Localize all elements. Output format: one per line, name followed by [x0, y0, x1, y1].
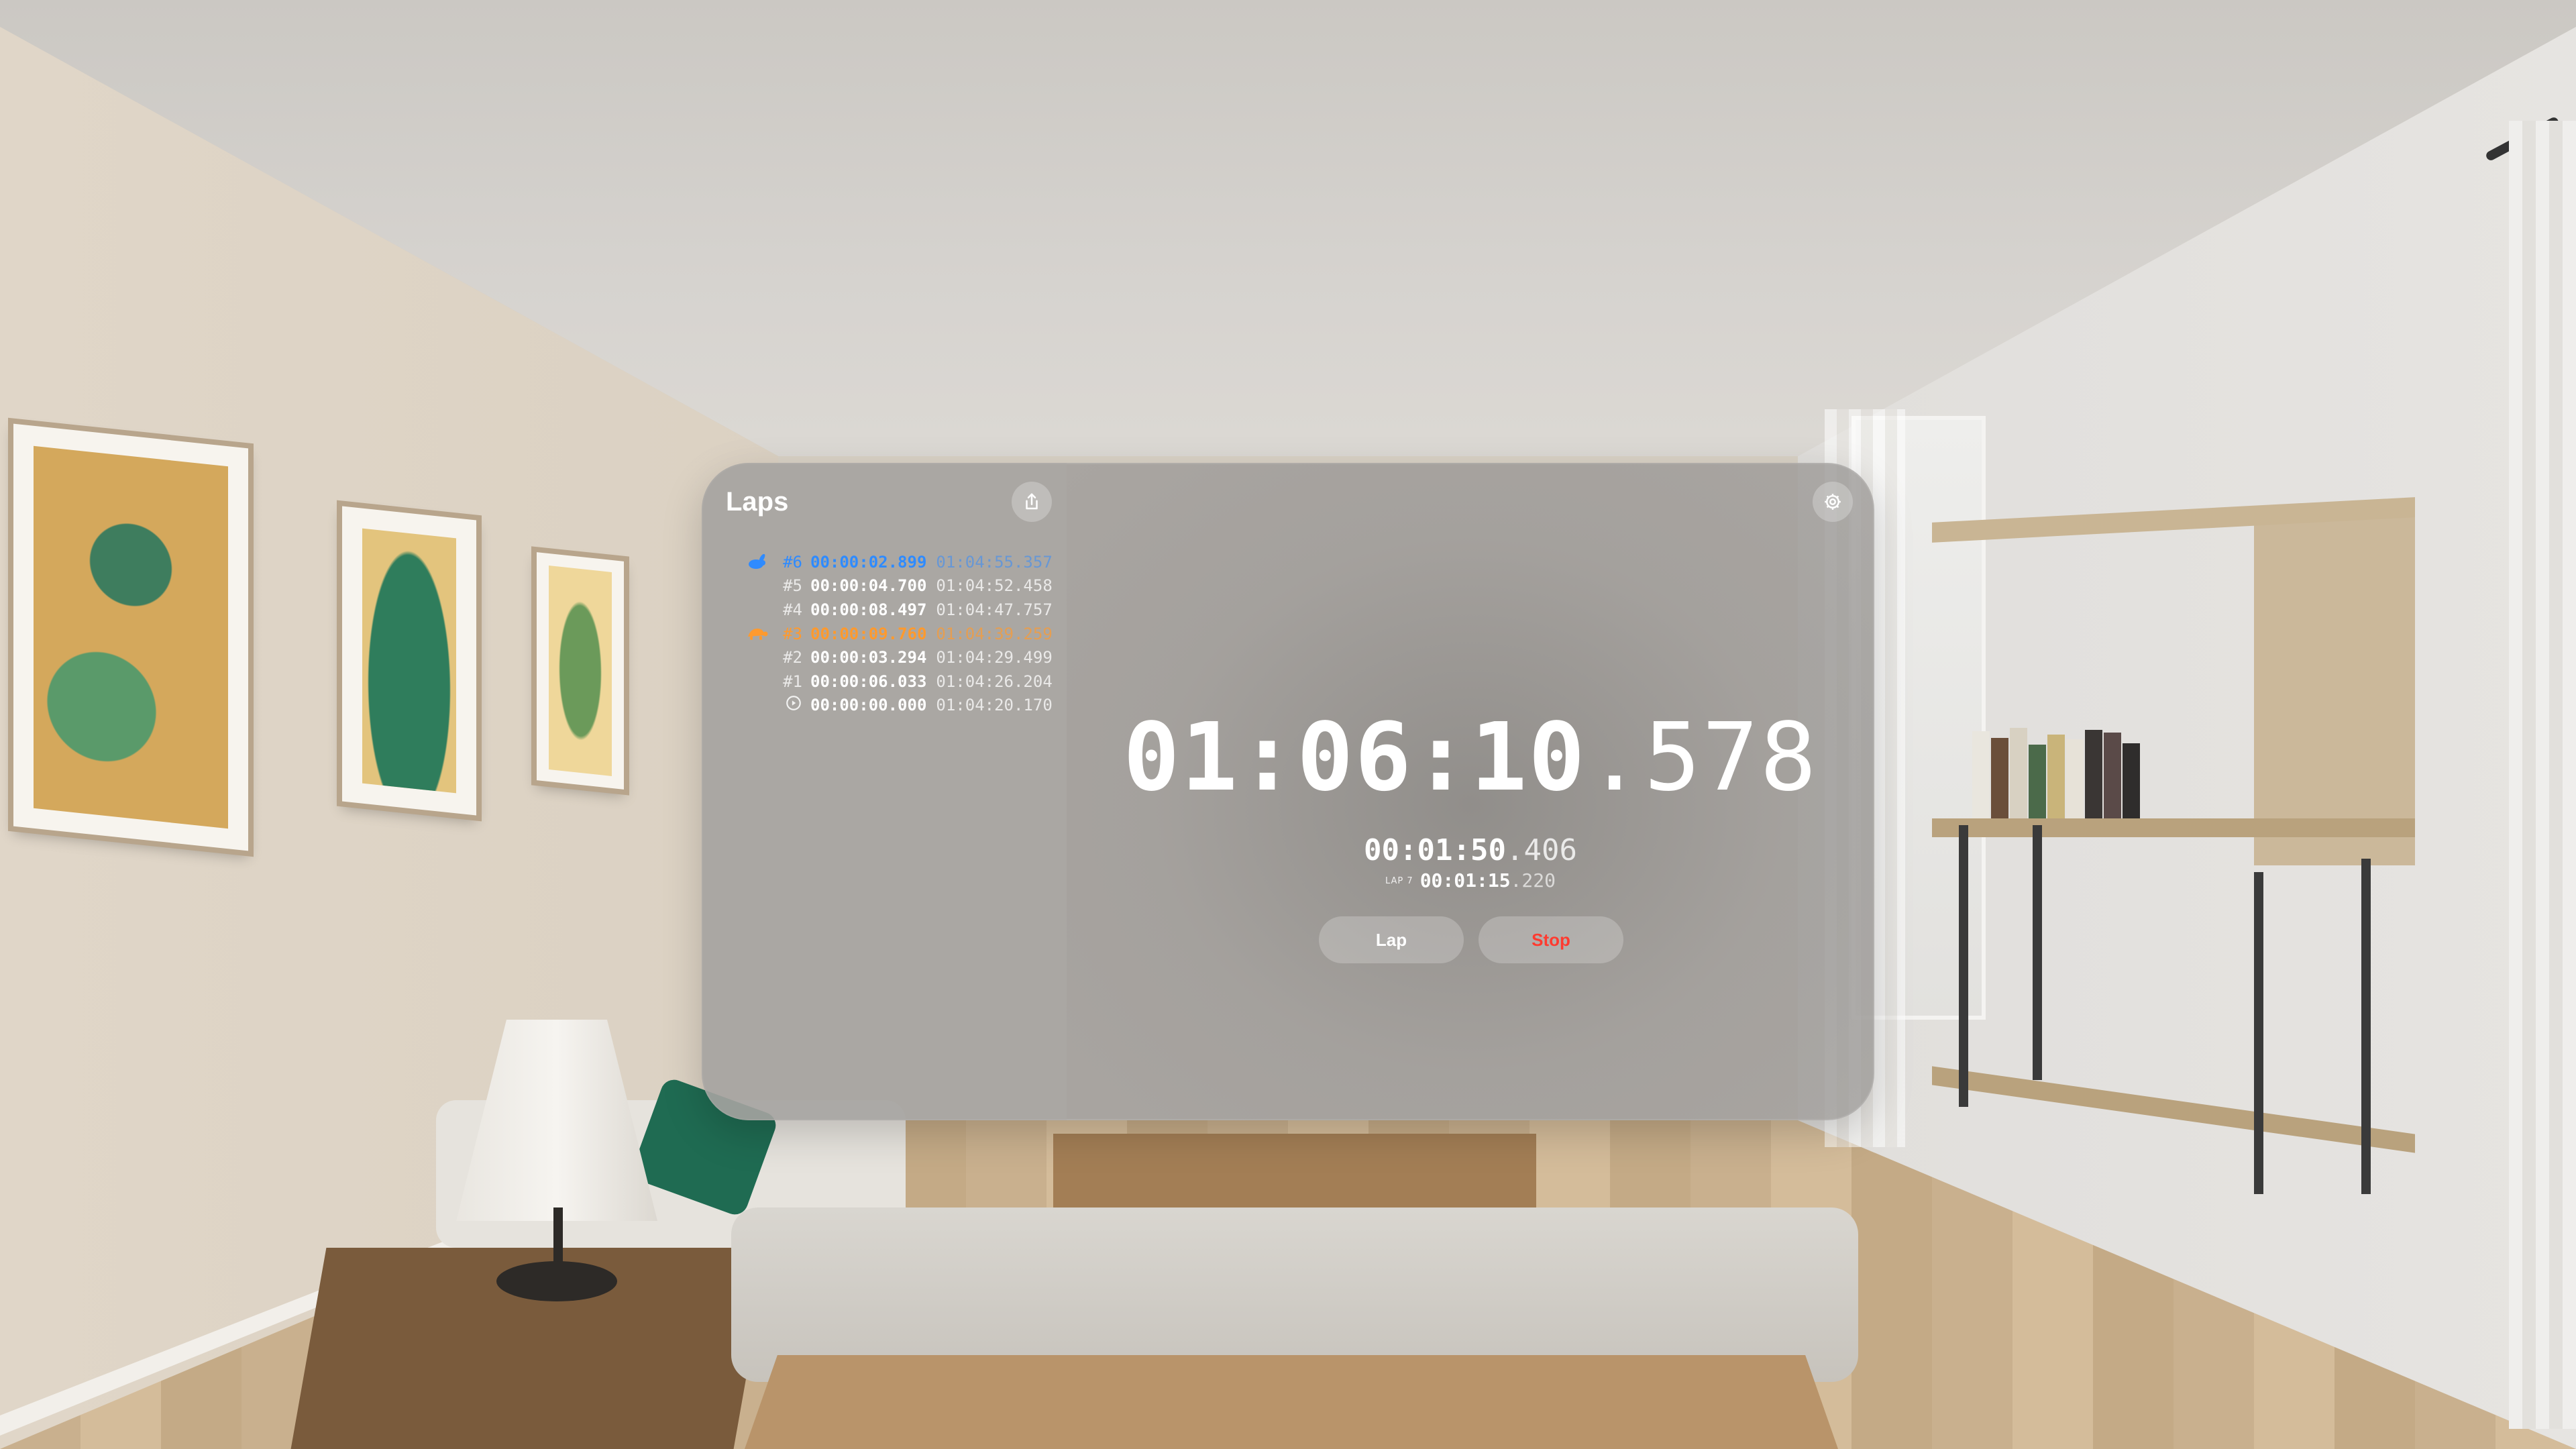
- lap-split: 00:00:04.700: [810, 576, 927, 596]
- lap-split: 00:00:02.899: [810, 552, 927, 572]
- lap-number: #3: [783, 624, 802, 643]
- secondary-time-main: 00:01:50: [1364, 833, 1506, 867]
- wall-art-frame: [342, 506, 476, 816]
- lap-number: #4: [783, 600, 802, 619]
- lap-number: #5: [783, 576, 802, 596]
- laps-sidebar: Laps #6 00:00:02.899 01:04:55.357 #5 00:…: [702, 463, 1067, 1120]
- elapsed-time: 01:06:10.578: [1067, 711, 1874, 805]
- bookshelf: [1932, 497, 2415, 1449]
- secondary-time-fraction: .406: [1505, 833, 1577, 867]
- lap-button[interactable]: Lap: [1319, 916, 1464, 963]
- lap-row: #4 00:00:08.497 01:04:47.757: [742, 598, 1057, 622]
- share-button[interactable]: [1012, 482, 1052, 522]
- curtain: [2509, 121, 2576, 1429]
- lap-row: #2 00:00:03.294 01:04:29.499: [742, 645, 1057, 669]
- lap-label: LAP 7: [1385, 876, 1413, 886]
- lap-split: 00:00:08.497: [810, 600, 927, 619]
- elapsed-time-fraction: .578: [1586, 703, 1818, 812]
- current-lap-elapsed: 00:01:50.406: [1067, 833, 1874, 867]
- lap-time-readout: LAP 7 00:01:15.220: [1067, 869, 1874, 892]
- wall-art-frame: [537, 552, 624, 790]
- lap-total: 01:04:55.357: [936, 552, 1053, 572]
- lap-total: 01:04:20.170: [936, 696, 1053, 715]
- lap-row: #6 00:00:02.899 01:04:55.357: [742, 550, 1057, 574]
- lap-number: #1: [783, 672, 802, 691]
- lap-split: 00:00:03.294: [810, 648, 927, 667]
- lap-split: 00:00:00.000: [810, 696, 927, 715]
- lap-time-fraction: .220: [1510, 869, 1556, 892]
- stop-button[interactable]: Stop: [1479, 916, 1623, 963]
- lap-total: 01:04:47.757: [936, 600, 1053, 619]
- lap-total: 01:04:29.499: [936, 648, 1053, 667]
- lap-total: 01:04:26.204: [936, 672, 1053, 691]
- settings-button[interactable]: [1813, 482, 1853, 522]
- laps-title: Laps: [726, 487, 789, 517]
- lap-row: 00:00:00.000 01:04:20.170: [742, 694, 1057, 718]
- elapsed-time-main: 01:06:10: [1123, 703, 1587, 812]
- rabbit-icon: [742, 553, 771, 570]
- lamp-base: [496, 1261, 617, 1301]
- stopwatch-window: Laps #6 00:00:02.899 01:04:55.357 #5 00:…: [702, 463, 1874, 1120]
- lap-row: #5 00:00:04.700 01:04:52.458: [742, 574, 1057, 598]
- coffee-table: [745, 1355, 1838, 1449]
- turtle-icon: [742, 626, 771, 642]
- gear-icon: [1825, 494, 1841, 510]
- lap-time-main: 00:01:15: [1419, 869, 1511, 892]
- lap-number: #2: [783, 648, 802, 667]
- share-icon: [1026, 493, 1038, 510]
- wall-art-frame: [13, 423, 248, 851]
- laps-list: #6 00:00:02.899 01:04:55.357 #5 00:00:04…: [742, 550, 1057, 717]
- lap-row: #3 00:00:09.760 01:04:39.259: [742, 622, 1057, 646]
- lap-total: 01:04:52.458: [936, 576, 1053, 596]
- lap-row: #1 00:00:06.033 01:04:26.204: [742, 669, 1057, 694]
- lap-split: 00:00:09.760: [810, 624, 927, 643]
- play-circle-icon: [771, 694, 802, 716]
- lap-split: 00:00:06.033: [810, 672, 927, 691]
- lap-total: 01:04:39.259: [936, 624, 1053, 643]
- lap-number: #6: [783, 552, 802, 572]
